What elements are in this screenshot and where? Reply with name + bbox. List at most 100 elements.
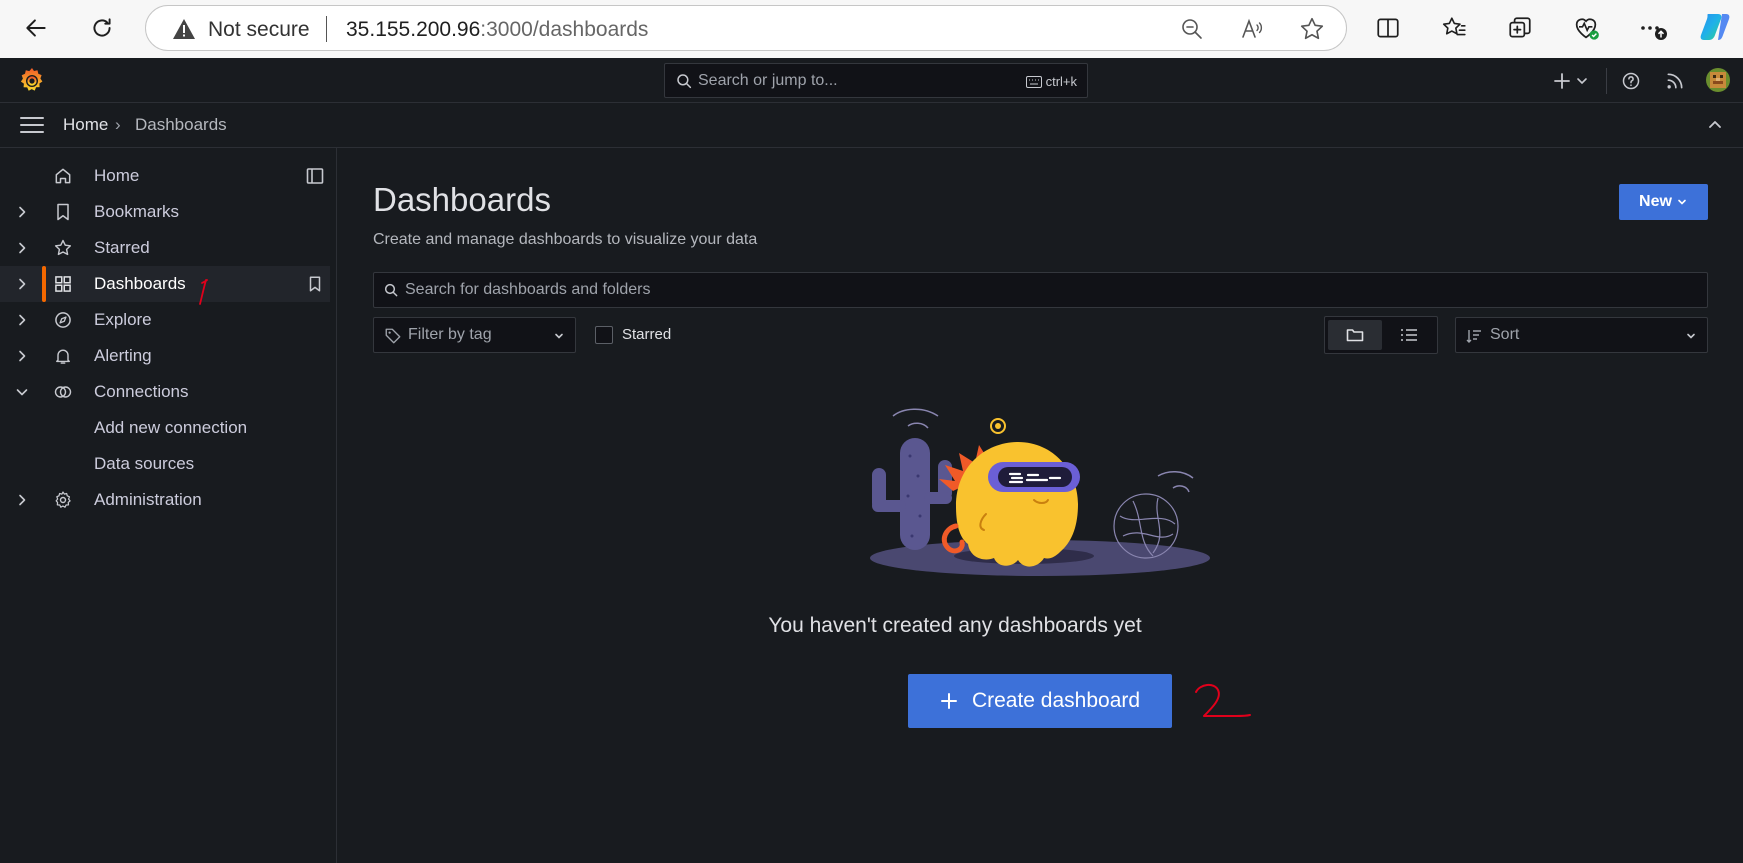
url-path: :3000/dashboards (480, 18, 649, 41)
sidebar-item-data-sources[interactable]: Data sources (0, 446, 330, 482)
sidebar-item-label: Administration (94, 490, 202, 509)
annotation-mark-2 (1190, 680, 1260, 730)
global-search-input[interactable]: Search or jump to... ctrl+k (664, 63, 1088, 98)
dock-menu-icon[interactable] (306, 167, 324, 185)
zoom-out-icon[interactable] (1178, 15, 1206, 43)
sidebar-item-label: Explore (94, 310, 152, 329)
sidebar-item-explore[interactable]: Explore (0, 302, 330, 338)
browser-toolbar: Not secure 35.155.200.96:3000/dashboards (0, 0, 1743, 58)
chevron-right-icon[interactable] (14, 240, 30, 256)
sidebar-item-label: Data sources (94, 454, 195, 473)
sidebar-item-administration[interactable]: Administration (0, 482, 330, 518)
compass-icon (53, 310, 73, 330)
sidebar-item-bookmarks[interactable]: Bookmarks (0, 194, 330, 230)
browser-essentials-icon[interactable] (1568, 10, 1604, 46)
chevron-right-icon[interactable] (14, 348, 30, 364)
copilot-icon[interactable] (1697, 9, 1733, 45)
list-icon (1401, 329, 1417, 341)
tag-icon (384, 327, 402, 345)
list-view-button[interactable] (1382, 320, 1436, 350)
star-icon (53, 238, 73, 258)
folder-view-button[interactable] (1328, 320, 1382, 350)
apps-icon (53, 274, 73, 294)
sidebar-item-label: Dashboards (94, 274, 186, 293)
sidebar-item-alerting[interactable]: Alerting (0, 338, 330, 374)
keyboard-icon (1025, 75, 1042, 88)
more-menu-icon[interactable] (1634, 10, 1670, 46)
folder-icon (1346, 329, 1364, 342)
bell-icon (53, 346, 73, 366)
new-button-label: New (1639, 193, 1672, 210)
create-dashboard-button[interactable]: Create dashboard (908, 674, 1172, 728)
refresh-icon[interactable] (84, 10, 120, 46)
chevron-right-icon[interactable] (14, 312, 30, 328)
page-title: Dashboards (373, 181, 551, 218)
sidebar-item-add-new-connection[interactable]: Add new connection (0, 410, 330, 446)
active-indicator (42, 266, 46, 302)
sidebar-nav: Home Bookmarks Starred Dashboards Explor… (0, 148, 337, 863)
favorites-icon[interactable] (1436, 10, 1472, 46)
new-button[interactable]: New (1619, 184, 1708, 220)
sidebar-item-label: Home (94, 166, 140, 185)
news-rss-icon[interactable] (1661, 67, 1689, 95)
chevron-down-icon (1685, 330, 1697, 342)
menu-toggle-icon[interactable] (20, 115, 44, 135)
main-content: Dashboards Create and manage dashboards … (338, 148, 1743, 863)
create-dashboard-label: Create dashboard (971, 689, 1141, 712)
chevron-down-icon (1678, 199, 1686, 205)
chevron-right-icon[interactable] (14, 276, 30, 292)
sidebar-item-label: Starred (94, 238, 150, 257)
sidebar-item-starred[interactable]: Starred (0, 230, 330, 266)
collections-icon[interactable] (1502, 10, 1538, 46)
empty-state-message: You haven't created any dashboards yet (768, 614, 1142, 637)
warning-icon[interactable] (172, 18, 196, 40)
search-shortcut-text: ctrl+k (1045, 74, 1077, 89)
sidebar-item-connections[interactable]: Connections (0, 374, 330, 410)
cog-icon (53, 490, 73, 510)
chevron-up-icon[interactable] (1707, 117, 1723, 133)
user-avatar[interactable] (1706, 68, 1730, 92)
sort-amount-icon (1466, 328, 1482, 344)
view-toggle (1324, 316, 1438, 354)
address-bar[interactable]: Not secure 35.155.200.96:3000/dashboards (145, 5, 1347, 51)
dashboard-search-placeholder: Search for dashboards and folders (405, 281, 651, 298)
search-shortcut: ctrl+k (1025, 74, 1077, 89)
help-icon[interactable] (1617, 67, 1645, 95)
security-label[interactable]: Not secure (208, 18, 310, 42)
connections-icon (53, 382, 73, 402)
filter-by-tag-select[interactable]: Filter by tag (373, 317, 576, 353)
filter-by-tag-placeholder: Filter by tag (408, 326, 492, 343)
url-host: 35.155.200.96 (346, 18, 481, 41)
chevron-right-icon[interactable] (14, 492, 30, 508)
search-icon (383, 282, 399, 298)
chevron-down-icon[interactable] (14, 384, 30, 400)
chevron-right-icon[interactable] (14, 204, 30, 220)
grafana-topbar: Search or jump to... ctrl+k (0, 58, 1743, 103)
sidebar-item-label: Bookmarks (94, 202, 180, 221)
add-new-button[interactable] (1552, 67, 1592, 95)
sort-placeholder: Sort (1490, 326, 1520, 343)
starred-checkbox-label[interactable]: Starred (622, 326, 671, 343)
bookmark-pin-icon[interactable] (306, 275, 324, 293)
breadcrumb-separator: › (115, 115, 121, 134)
sort-select[interactable]: Sort (1455, 317, 1708, 353)
page-subtitle: Create and manage dashboards to visualiz… (373, 231, 758, 248)
annotation-mark-1 (195, 277, 211, 307)
dashboard-search-input[interactable]: Search for dashboards and folders (373, 272, 1708, 308)
grafana-logo-icon[interactable] (18, 66, 46, 94)
topbar-separator (1606, 68, 1607, 94)
sidebar-item-dashboards[interactable]: Dashboards (0, 266, 330, 302)
sidebar-item-label: Alerting (94, 346, 152, 365)
url-text[interactable]: 35.155.200.96:3000/dashboards (346, 18, 648, 42)
global-search-placeholder: Search or jump to... (698, 72, 838, 89)
bookmark-icon (53, 202, 73, 222)
breadcrumb-home[interactable]: Home (63, 115, 108, 135)
breadcrumb-bar: Home › Dashboards (0, 103, 1743, 148)
sidebar-item-home[interactable]: Home (0, 158, 330, 194)
starred-checkbox[interactable] (595, 326, 613, 344)
split-screen-icon[interactable] (1370, 10, 1406, 46)
sidebar-item-label: Add new connection (94, 418, 248, 437)
back-icon[interactable] (18, 10, 54, 46)
favorite-star-icon[interactable] (1298, 15, 1326, 43)
read-aloud-icon[interactable] (1238, 15, 1266, 43)
